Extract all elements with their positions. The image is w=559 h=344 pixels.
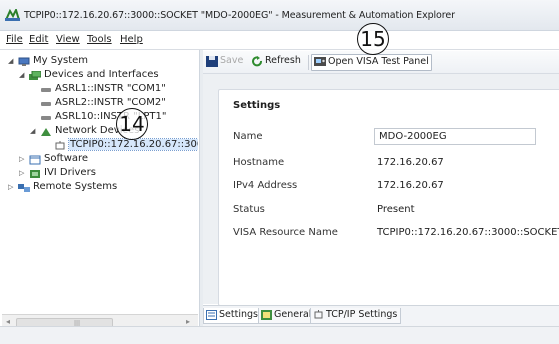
menu-tools-label: Tools [87, 34, 112, 45]
tree-label: IVI Drivers [44, 167, 96, 178]
expand-arrow-icon[interactable]: ▷ [8, 183, 16, 191]
tab-tcpip-settings[interactable]: TCP/IP Settings [310, 308, 402, 324]
ipv4-value: 172.16.20.67 [377, 180, 444, 191]
settings-title: Settings [233, 100, 281, 111]
ipv4-label: IPv4 Address [233, 180, 298, 191]
menu-bar: File Edit View Tools Help [0, 31, 559, 50]
name-label: Name [233, 131, 263, 142]
serial-port-icon [41, 102, 51, 106]
network-tab-icon [314, 310, 323, 319]
visa-panel-icon [314, 57, 326, 66]
refresh-icon [252, 56, 262, 67]
open-visa-test-panel-button[interactable]: Open VISA Test Panel [311, 54, 432, 71]
network-icon [41, 128, 51, 136]
content-area: Settings Name Hostname 172.16.20.67 IPv4… [203, 74, 559, 306]
bottom-tab-strip: Settings General TCP/IP Settings [203, 305, 559, 326]
serial-port-icon [41, 116, 51, 120]
tree-label: ASRL1::INSTR "COM1" [55, 83, 166, 94]
network-instrument-icon [55, 141, 65, 150]
serial-port-icon [41, 88, 51, 92]
tree-label: TCPIP0::172.16.20.67::3000::SOCKET [68, 138, 198, 151]
refresh-button[interactable]: Refresh [251, 55, 303, 69]
menu-view[interactable]: View [56, 34, 80, 45]
ivi-drivers-icon [30, 170, 40, 178]
tree-label: Devices and Interfaces [44, 69, 159, 80]
refresh-label: Refresh [265, 55, 301, 66]
menu-edit-label: Edit [29, 34, 49, 45]
computer-icon [18, 57, 30, 66]
hostname-value: 172.16.20.67 [377, 157, 444, 168]
nimax-app-icon [5, 9, 20, 21]
collapse-arrow-icon[interactable]: ◢ [30, 127, 38, 135]
configuration-tree[interactable]: ◢ My System ◢ Devices and Interfaces ASR… [8, 50, 198, 313]
tab-general[interactable]: General [258, 308, 316, 324]
status-label: Status [233, 204, 265, 215]
tree-label: ASRL2::INSTR "COM2" [55, 97, 166, 108]
scroll-right-icon[interactable]: ▸ [186, 317, 190, 326]
status-value: Present [377, 204, 415, 215]
settings-panel: Settings Name Hostname 172.16.20.67 IPv4… [218, 89, 559, 306]
software-icon [29, 155, 41, 165]
visa-resource-value: TCPIP0::172.16.20.67::3000::SOCKET [377, 227, 559, 238]
settings-tab-icon [206, 310, 217, 320]
menu-help[interactable]: Help [120, 34, 143, 45]
visa-resource-label: VISA Resource Name [233, 227, 338, 238]
menu-help-label: Help [120, 34, 143, 45]
menu-view-label: View [56, 34, 80, 45]
save-button[interactable]: Save [206, 55, 246, 69]
main-window: TCPIP0::172.16.20.67::3000::SOCKET "MDO-… [0, 0, 559, 344]
general-tab-icon [261, 310, 272, 320]
menu-file-label: File [6, 34, 23, 45]
window-title: TCPIP0::172.16.20.67::3000::SOCKET "MDO-… [24, 10, 455, 21]
tab-tcpip-label: TCP/IP Settings [326, 309, 398, 320]
tree-label: My System [33, 55, 89, 66]
menu-tools[interactable]: Tools [87, 34, 112, 45]
collapse-arrow-icon[interactable]: ◢ [19, 71, 27, 79]
hostname-label: Hostname [233, 157, 285, 168]
status-bar [0, 326, 559, 344]
devices-icon [29, 71, 41, 80]
title-bar: TCPIP0::172.16.20.67::3000::SOCKET "MDO-… [0, 0, 559, 31]
name-field[interactable] [374, 128, 536, 145]
tab-settings[interactable]: Settings [203, 308, 262, 324]
callout-15: 15 [357, 23, 389, 55]
open-visa-label: Open VISA Test Panel [328, 56, 429, 67]
save-icon [206, 56, 218, 67]
save-label: Save [220, 55, 244, 66]
tree-label: Remote Systems [33, 181, 118, 192]
toolbar-separator [308, 55, 309, 70]
toolbar: Save Refresh Open VISA Test Panel [203, 51, 559, 74]
expand-arrow-icon[interactable]: ▷ [19, 155, 27, 163]
expand-arrow-icon[interactable]: ▷ [19, 169, 27, 177]
tree-label: Software [44, 153, 89, 164]
tree-label: ASRL10::INSTR "LPT1" [55, 111, 167, 122]
callout-14: 14 [116, 108, 148, 140]
scroll-left-icon[interactable]: ◂ [6, 317, 10, 326]
collapse-arrow-icon[interactable]: ◢ [8, 57, 16, 65]
menu-edit[interactable]: Edit [29, 34, 48, 45]
remote-systems-icon [18, 184, 30, 192]
menu-file[interactable]: File [6, 34, 23, 45]
